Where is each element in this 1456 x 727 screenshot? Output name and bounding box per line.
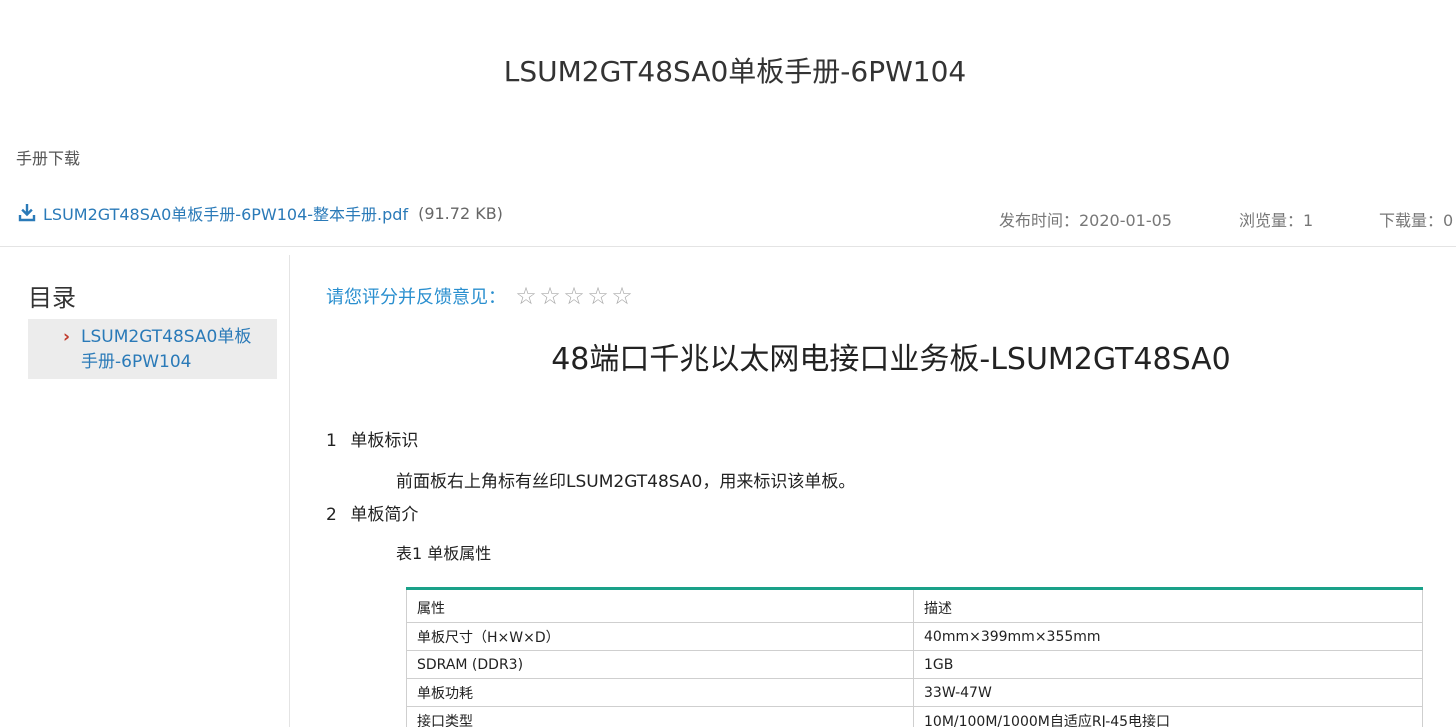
rating-label: 请您评分并反馈意见： xyxy=(326,287,506,308)
table-row: 单板功耗 33W-47W xyxy=(406,678,1423,707)
attributes-table: 属性 描述 单板尺寸（H×W×D） 40mm×399mm×355mm SDRAM… xyxy=(406,587,1423,727)
table-cell: 单板功耗 xyxy=(406,678,914,707)
star-icon[interactable]: ☆ xyxy=(538,284,562,308)
divider-vertical xyxy=(289,255,290,727)
chevron-right-icon: › xyxy=(63,327,71,347)
download-icon[interactable] xyxy=(18,203,36,222)
table-cell: 接口类型 xyxy=(406,706,914,727)
table-cell: 1GB xyxy=(913,650,1423,679)
table-row: 接口类型 10M/100M/1000M自适应RJ-45电接口 xyxy=(406,706,1423,727)
download-link[interactable]: LSUM2GT48SA0单板手册-6PW104-整本手册.pdf xyxy=(43,201,408,225)
section-heading: 1 单板标识 xyxy=(326,426,418,451)
section-number: 2 xyxy=(326,505,337,525)
section-number: 1 xyxy=(326,431,337,451)
star-icon[interactable]: ☆ xyxy=(586,284,610,308)
star-icon[interactable]: ☆ xyxy=(610,284,634,308)
star-icon[interactable]: ☆ xyxy=(514,284,538,308)
rating-stars: ☆ ☆ ☆ ☆ ☆ xyxy=(514,284,634,308)
download-row: LSUM2GT48SA0单板手册-6PW104-整本手册.pdf (91.72 … xyxy=(18,201,503,225)
rating: 请您评分并反馈意见： ☆ ☆ ☆ ☆ ☆ xyxy=(326,283,634,309)
table-header-cell: 描述 xyxy=(913,588,1423,623)
table-cell: 40mm×399mm×355mm xyxy=(913,622,1423,651)
paragraph: 前面板右上角标有丝印LSUM2GT48SA0，用来标识该单板。 xyxy=(396,472,856,492)
section-title: 单板简介 xyxy=(350,505,419,525)
table-row: 单板尺寸（H×W×D） 40mm×399mm×355mm xyxy=(406,622,1423,651)
table-cell: 33W-47W xyxy=(913,678,1423,707)
table-header-row: 属性 描述 xyxy=(406,588,1423,623)
page-title: LSUM2GT48SA0单板手册-6PW104 xyxy=(503,55,967,88)
section-heading: 2 单板简介 xyxy=(326,500,418,525)
star-icon[interactable]: ☆ xyxy=(562,284,586,308)
view-count: 浏览量：1 xyxy=(1239,211,1314,230)
table-header-cell: 属性 xyxy=(406,588,914,623)
file-size: (91.72 KB) xyxy=(418,203,503,223)
download-count: 下载量：0 xyxy=(1379,211,1454,230)
table-cell: 10M/100M/1000M自适应RJ-45电接口 xyxy=(913,706,1423,727)
toc-item-label: LSUM2GT48SA0单板手册-6PW104 xyxy=(81,327,252,372)
toc-title: 目录 xyxy=(28,284,76,312)
divider-horizontal xyxy=(0,246,1456,247)
publish-date: 发布时间：2020-01-05 xyxy=(999,211,1172,230)
table-cell: SDRAM (DDR3) xyxy=(406,650,914,679)
document-title: 48端口千兆以太网电接口业务板-LSUM2GT48SA0 xyxy=(551,342,1231,377)
table-cell: 单板尺寸（H×W×D） xyxy=(406,622,914,651)
toc-item[interactable]: › LSUM2GT48SA0单板手册-6PW104 xyxy=(28,319,277,379)
download-heading: 手册下载 xyxy=(16,149,81,168)
table-caption: 表1 单板属性 xyxy=(396,544,492,563)
section-title: 单板标识 xyxy=(350,431,419,451)
table-row: SDRAM (DDR3) 1GB xyxy=(406,650,1423,679)
